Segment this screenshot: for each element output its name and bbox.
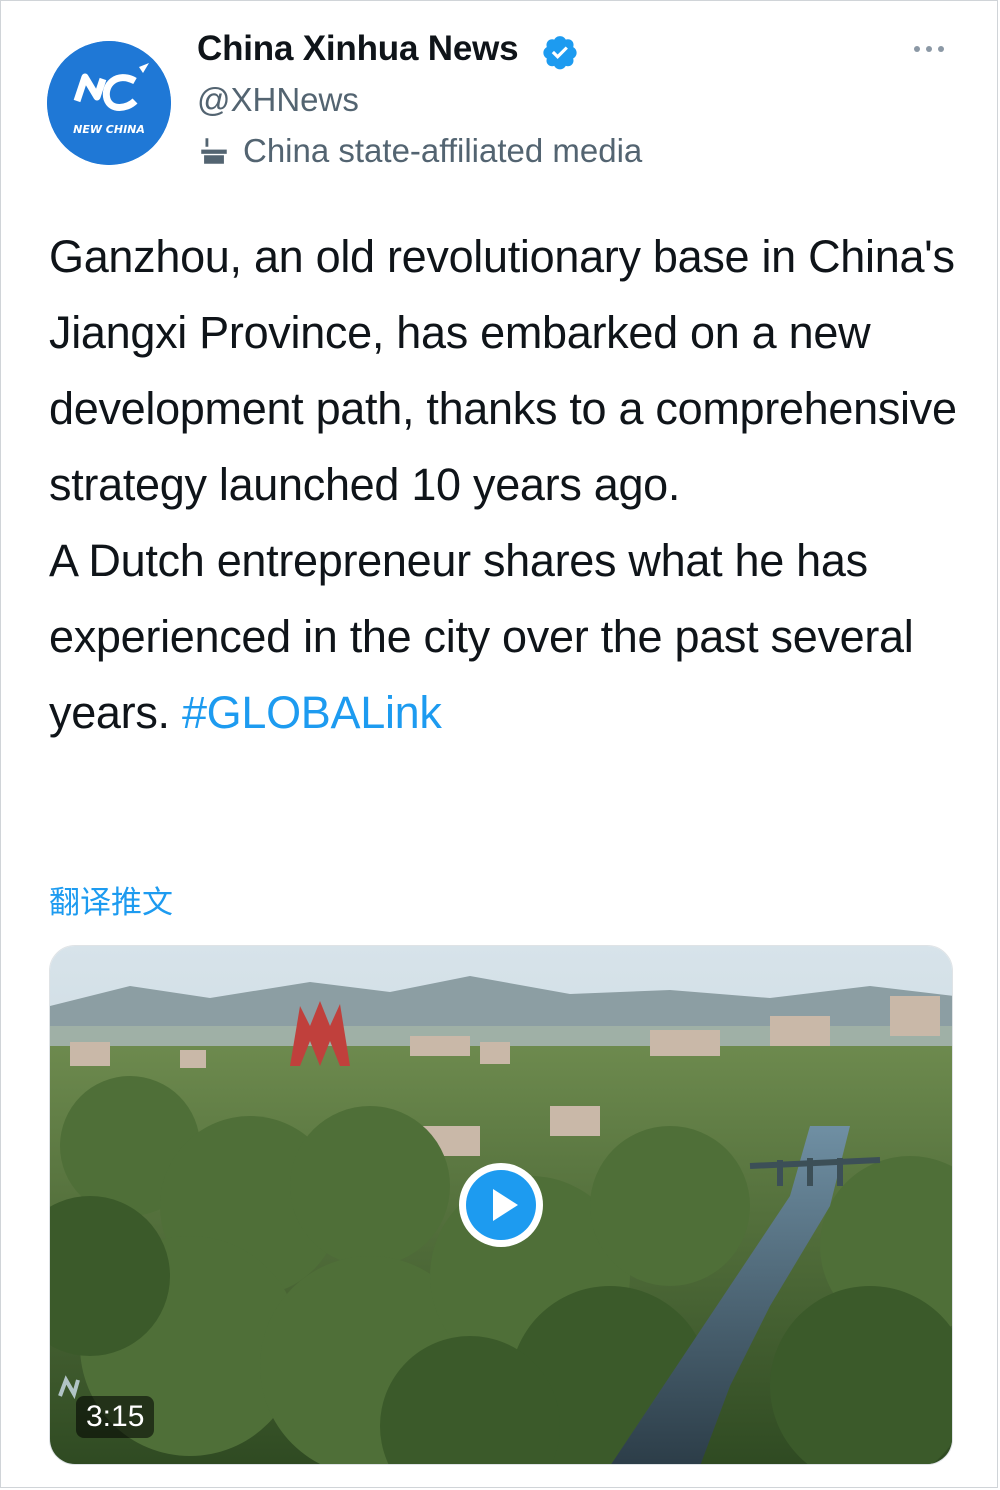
hashtag-link[interactable]: #GLOBALink: [182, 687, 442, 738]
xinhua-logo-icon: NEW CHINA: [47, 41, 171, 165]
author-handle[interactable]: @XHNews: [197, 81, 359, 119]
tweet-text: Ganzhou, an old revolutionary base in Ch…: [49, 219, 969, 751]
tweet-paragraph-1: Ganzhou, an old revolutionary base in Ch…: [49, 231, 957, 510]
video-player[interactable]: 3:15: [49, 945, 953, 1465]
state-media-podium-icon: [201, 138, 227, 164]
video-duration: 3:15: [76, 1396, 155, 1438]
tweet-card: NEW CHINA China Xinhua News @XHNews Chin…: [0, 0, 998, 1488]
tweet-paragraph-2-text: A Dutch entrepreneur shares what he has …: [49, 535, 914, 738]
more-options-icon[interactable]: [911, 37, 947, 61]
state-media-label-text: China state-affiliated media: [243, 132, 643, 169]
verified-badge-icon: [543, 36, 577, 70]
author-avatar[interactable]: NEW CHINA: [47, 41, 171, 165]
state-media-label[interactable]: China state-affiliated media: [197, 131, 642, 171]
play-icon[interactable]: [456, 1160, 546, 1250]
author-name[interactable]: China Xinhua News: [197, 29, 519, 69]
tweet-paragraph-2: A Dutch entrepreneur shares what he has …: [49, 523, 969, 751]
svg-text:NEW CHINA: NEW CHINA: [73, 123, 145, 136]
translate-tweet-link[interactable]: 翻译推文: [49, 877, 173, 922]
